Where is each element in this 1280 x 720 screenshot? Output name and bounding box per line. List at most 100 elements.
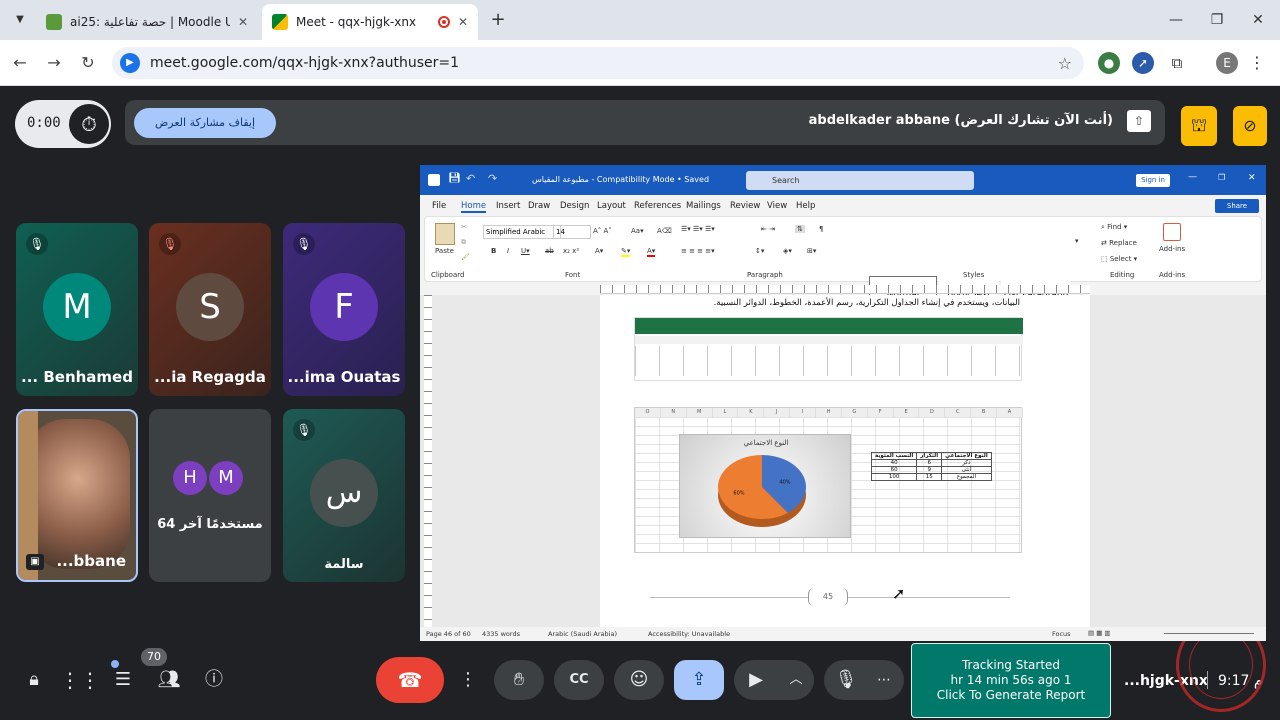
show-formatting-icon[interactable]: ¶	[819, 225, 823, 233]
status-page[interactable]: Page 46 of 60	[426, 630, 471, 638]
undo-icon[interactable]: ↶	[466, 172, 475, 185]
others-tile[interactable]: H M 64 مستخدمًا آخر	[149, 409, 271, 582]
text-effects-icon[interactable]: A▾	[595, 247, 603, 255]
captions-button[interactable]: CC	[554, 660, 604, 700]
clear-format-icon[interactable]: A⌫	[657, 227, 672, 235]
participant-tile[interactable]: 🎙︎ M ... Benhamed	[16, 223, 138, 396]
tracking-report-button[interactable]: Tracking Started hr 14 min 56s ago 1 Cli…	[911, 643, 1111, 718]
extension-arrow-icon[interactable]: ➚	[1132, 52, 1154, 74]
add-ins-icon[interactable]	[1163, 223, 1181, 241]
focus-mode-button[interactable]: Focus	[1052, 630, 1071, 638]
font-size-select[interactable]: 14	[553, 225, 591, 239]
tab-file[interactable]: File	[432, 201, 446, 211]
browser-menu-icon[interactable]: ⋮	[1246, 52, 1268, 74]
site-info-icon[interactable]: ▶	[120, 53, 140, 73]
close-window-icon[interactable]: ✕	[1246, 8, 1270, 32]
bold-icon[interactable]: B	[491, 247, 496, 255]
align-icons[interactable]: ≡ ≡ ≡ ≡▾	[681, 247, 715, 255]
forward-icon[interactable]: →	[42, 51, 66, 75]
reload-icon[interactable]: ↻	[76, 51, 100, 75]
more-horizontal-icon[interactable]: ⋯	[872, 660, 896, 700]
tab-meet[interactable]: Meet - qqx-hjgk-xnx ✕	[262, 4, 478, 40]
replace-button[interactable]: ⇄ Replace	[1101, 239, 1137, 247]
timer-widget[interactable]: 0:00 ⏱	[15, 100, 111, 148]
find-button[interactable]: ⌕ Find ▾	[1101, 223, 1127, 232]
share-button[interactable]: Share	[1215, 199, 1259, 213]
tab-draw[interactable]: Draw	[528, 201, 550, 211]
people-icon[interactable]: 👥︎	[151, 662, 187, 698]
url-bar[interactable]: ▶ meet.google.com/qqx-hjgk-xnx?authuser=…	[112, 47, 1084, 79]
italic-icon[interactable]: I	[507, 247, 509, 255]
tab-design[interactable]: Design	[560, 201, 589, 211]
view-mode-icons[interactable]: ▤ ▦ ▥	[1088, 629, 1111, 637]
chat-icon[interactable]: ☰	[105, 662, 141, 698]
hide-preview-icon[interactable]: ⊘	[1233, 106, 1267, 146]
select-button[interactable]: ⬚ Select ▾	[1101, 255, 1137, 263]
minimize-icon[interactable]: —	[1188, 172, 1197, 182]
minimize-icon[interactable]: —	[1164, 8, 1188, 32]
grow-font-icon[interactable]: A˄ A˅	[593, 227, 612, 235]
extension-globe-icon[interactable]: ●	[1098, 52, 1120, 74]
mic-icon[interactable]: 🎙︎	[834, 660, 858, 700]
tab-layout[interactable]: Layout	[597, 201, 626, 211]
word-search-box[interactable]: Search	[746, 171, 974, 190]
redo-icon[interactable]: ↷	[488, 172, 497, 185]
paste-icon[interactable]	[435, 223, 455, 245]
tab-insert[interactable]: Insert	[496, 201, 520, 211]
font-name-select[interactable]: Simplified Arabic	[483, 225, 561, 239]
status-accessibility[interactable]: Accessibility: Unavailable	[648, 630, 730, 638]
participant-tile[interactable]: 🎙︎ س سالمة	[283, 409, 405, 582]
emoji-reaction-button[interactable]: ☺	[614, 660, 664, 700]
shading-icon[interactable]: ◈▾	[783, 247, 792, 255]
info-icon[interactable]: ⓘ	[196, 662, 232, 698]
underline-icon[interactable]: U▾	[521, 247, 530, 255]
styles-more-icon[interactable]: ▾	[1075, 237, 1079, 245]
tab-home[interactable]: Home	[461, 201, 487, 213]
cut-icon[interactable]: ✂	[461, 223, 467, 231]
close-icon[interactable]: ✕	[238, 15, 248, 29]
status-language[interactable]: Arabic (Saudi Arabia)	[548, 630, 617, 638]
new-tab-icon[interactable]: +	[486, 8, 510, 32]
picture-in-picture-icon[interactable]: ▣	[26, 554, 44, 570]
highlight-icon[interactable]: ✎▾	[621, 247, 631, 257]
tab-view[interactable]: View	[767, 201, 787, 211]
self-video-tile[interactable]: ▣ ...bbane	[16, 409, 138, 582]
chevron-up-icon[interactable]: ︿	[784, 660, 808, 700]
raise-hand-button[interactable]: ✋︎	[494, 660, 544, 700]
stopwatch-icon[interactable]: ⏱	[69, 104, 109, 144]
change-case-icon[interactable]: Aa▾	[631, 227, 644, 235]
bookmark-star-icon[interactable]: ☆	[1058, 54, 1072, 73]
apps-grid-icon[interactable]: ⋮⋮	[60, 662, 100, 698]
tab-help[interactable]: Help	[796, 201, 815, 211]
extensions-puzzle-icon[interactable]: ⧉	[1166, 52, 1188, 74]
copy-icon[interactable]: ⧉	[461, 238, 466, 247]
bullets-icon[interactable]: ☰▾ ☰▾ ☰▾	[681, 225, 715, 233]
pin-presentation-icon[interactable]: ⛫	[1181, 106, 1217, 146]
camera-icon[interactable]: ▶︎	[744, 660, 768, 700]
restore-icon[interactable]: ❐	[1218, 173, 1225, 182]
sort-icon[interactable]: ⇅	[795, 225, 805, 233]
participant-tile[interactable]: 🎙︎ S ...ia Regagda	[149, 223, 271, 396]
close-icon[interactable]: ✕	[458, 15, 468, 29]
back-icon[interactable]: ←	[8, 51, 32, 75]
indent-icon[interactable]: ⇤ ⇥	[761, 225, 775, 233]
borders-icon[interactable]: ⊞▾	[807, 247, 816, 255]
font-color-icon[interactable]: A▾	[647, 247, 656, 257]
strikethrough-icon[interactable]: ab	[545, 247, 554, 255]
tab-review[interactable]: Review	[730, 201, 760, 211]
tab-moodle[interactable]: ai25: حصة تفاعلية | Moodle UKM ✕	[36, 4, 258, 40]
more-options-icon[interactable]: ⋮	[456, 657, 480, 703]
leave-call-button[interactable]: ☎	[376, 657, 444, 703]
profile-avatar[interactable]: E	[1216, 52, 1238, 74]
tab-references[interactable]: References	[634, 201, 681, 211]
sign-in-button[interactable]: Sign in	[1136, 174, 1170, 187]
participant-tile[interactable]: 🎙︎ F ...ima Ouatas	[283, 223, 405, 396]
close-icon[interactable]: ✕	[1248, 173, 1256, 183]
zoom-slider[interactable]	[1164, 633, 1254, 634]
subscript-icon[interactable]: x₂ x²	[563, 247, 579, 255]
format-painter-icon[interactable]: 🖌︎	[461, 253, 470, 261]
stop-presenting-button[interactable]: إيقاف مشاركة العرض	[134, 108, 276, 138]
save-icon[interactable]: 💾︎	[448, 173, 461, 184]
host-controls-lock-icon[interactable]: 🔒︎	[16, 662, 52, 698]
line-spacing-icon[interactable]: ↕▾	[755, 247, 764, 255]
